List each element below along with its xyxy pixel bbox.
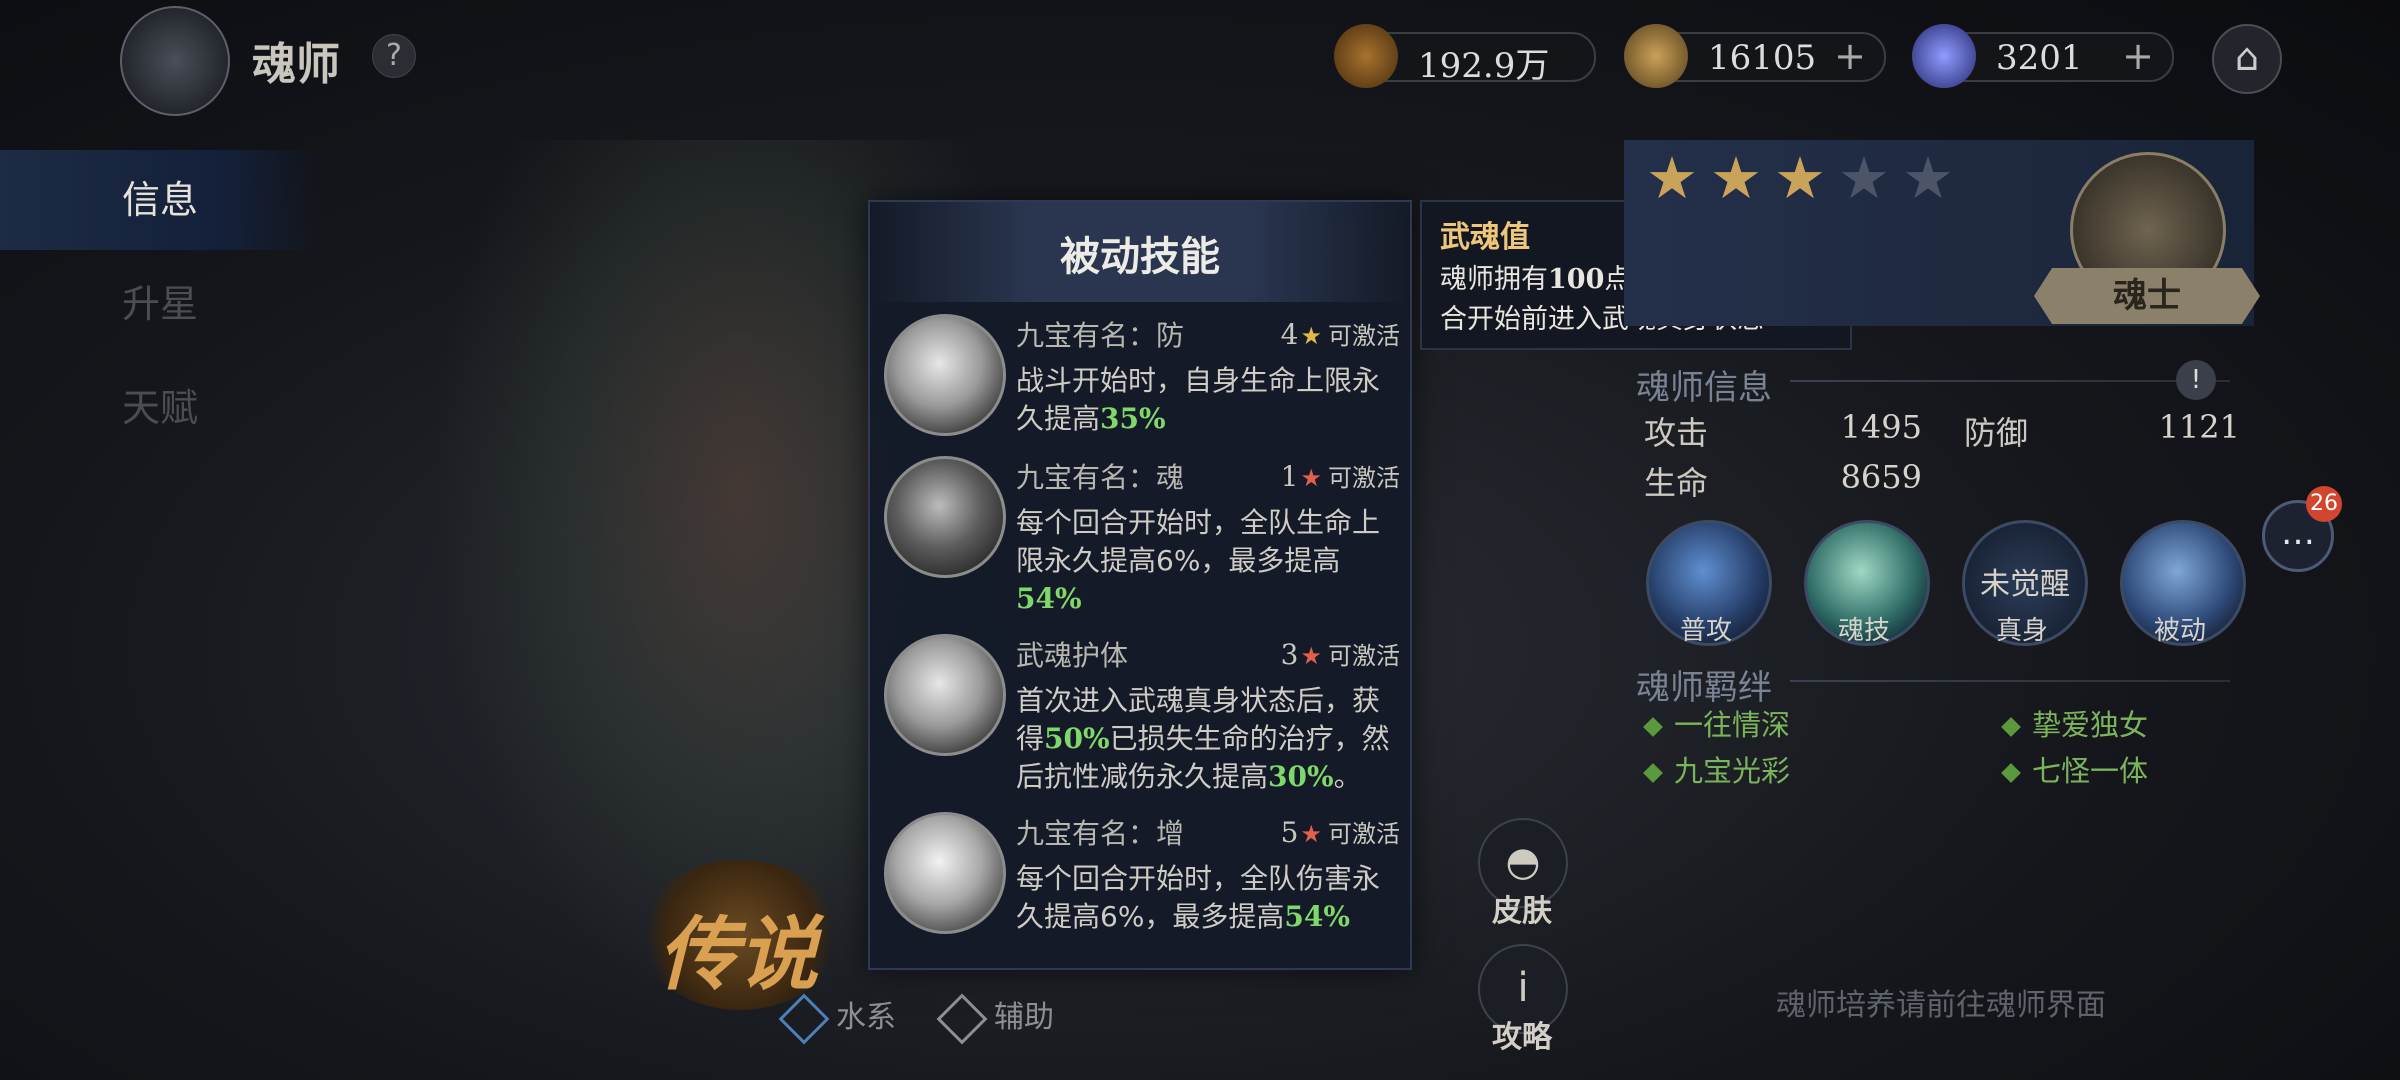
skill-description: 首次进入武魂真身状态后，获得50%已损失生命的治疗，然后抗性减伤永久提高30%。	[1016, 684, 1390, 793]
star-icon: ★	[1300, 820, 1322, 848]
water-element-icon	[778, 993, 830, 1044]
role-tag: 辅助	[936, 992, 1054, 1044]
stat-value-attack: 1495	[1840, 408, 1922, 446]
add-gem-button[interactable]: +	[2122, 34, 2154, 78]
element-tag: 水系	[778, 992, 896, 1044]
skill-item[interactable]: 武魂护体 3★ 可激活 首次进入武魂真身状态后，获得50%已损失生命的治疗，然后抗…	[884, 634, 1400, 804]
skin-button-label[interactable]: 皮肤	[1462, 886, 1582, 930]
resource-value: 3201	[1996, 38, 2083, 78]
stat-label-hp: 生命	[1644, 464, 1709, 502]
passive-skill-panel[interactable]: 被动技能 九宝有名：防 4★ 可激活 战斗开始时，自身生命上限永久提高35% 九宝…	[868, 200, 1412, 970]
resource-stamina[interactable]: 192.9万	[1334, 24, 1596, 88]
stat-label-attack: 攻击	[1644, 414, 1709, 452]
activation-status: 5★ 可激活	[1280, 816, 1400, 849]
page-title: 魂师	[252, 39, 340, 90]
rank-label: 魂士	[2034, 268, 2260, 324]
bond-item[interactable]: 九宝光彩	[1643, 748, 1790, 790]
shield-skill-icon	[884, 314, 1006, 436]
star-icon: ★	[1300, 642, 1322, 670]
bond-item[interactable]: 七怪一体	[2001, 748, 2148, 790]
notification-badge: 26	[2306, 486, 2342, 522]
resource-gold[interactable]: 16105 +	[1624, 24, 1886, 88]
resource-gem[interactable]: 3201 +	[1912, 24, 2174, 88]
rarity-badge: 传说	[640, 860, 840, 1010]
skill-description: 每个回合开始时，全队伤害永久提高6%，最多提高54%	[1016, 862, 1381, 933]
skill-name: 九宝有名：魂	[1016, 461, 1185, 494]
activation-status: 3★ 可激活	[1280, 638, 1400, 671]
divider	[1790, 680, 2230, 682]
activation-status: 1★ 可激活	[1280, 460, 1400, 493]
home-icon[interactable]: ⌂	[2212, 24, 2282, 94]
guide-button-label[interactable]: 攻略	[1462, 1012, 1582, 1056]
cultivation-hint: 魂师培养请前往魂师界面	[1776, 988, 2106, 1023]
divider	[1790, 380, 2230, 382]
section-title-info: 魂师信息	[1636, 368, 1772, 408]
bond-item[interactable]: 挚爱独女	[2001, 702, 2148, 744]
gold-coin-icon	[1624, 24, 1688, 88]
star-empty-icon: ★	[1902, 144, 1954, 212]
skill-label: 被动	[2153, 616, 2206, 646]
skill-name: 武魂护体	[1016, 639, 1129, 672]
diamond-icon	[1912, 24, 1976, 88]
bond-diamond-icon	[1643, 763, 1663, 783]
bond-diamond-icon	[2001, 717, 2021, 737]
skill-label: 魂技	[1837, 616, 1890, 646]
stat-value-defense: 1121	[2158, 408, 2240, 446]
soul-skill-icon	[884, 456, 1006, 578]
tab-info[interactable]: 信息	[0, 150, 320, 250]
compass-logo-icon	[120, 6, 230, 116]
panel-title: 被动技能	[1060, 234, 1220, 280]
star-icon: ★	[1300, 322, 1322, 350]
add-gold-button[interactable]: +	[1834, 34, 1866, 78]
bond-diamond-icon	[1643, 717, 1663, 737]
skill-label: 真身	[1995, 616, 2048, 646]
stat-label-defense: 防御	[1964, 414, 2029, 452]
bond-diamond-icon	[2001, 763, 2021, 783]
skill-item[interactable]: 九宝有名：魂 1★ 可激活 每个回合开始时，全队生命上限永久提高6%，最多提高54…	[884, 456, 1400, 626]
resource-value: 192.9万	[1418, 46, 1550, 86]
support-role-icon	[936, 993, 988, 1044]
tab-star-up[interactable]: 升星	[0, 254, 320, 354]
star-empty-icon: ★	[1838, 144, 1890, 212]
activation-status: 4★ 可激活	[1280, 318, 1400, 351]
skill-item[interactable]: 九宝有名：增 5★ 可激活 每个回合开始时，全队伤害永久提高6%，最多提高54%	[884, 812, 1400, 952]
skill-item[interactable]: 九宝有名：防 4★ 可激活 战斗开始时，自身生命上限永久提高35%	[884, 314, 1400, 454]
skill-description: 每个回合开始时，全队生命上限永久提高6%，最多提高54%	[1016, 506, 1381, 615]
info-alert-icon[interactable]: !	[2176, 360, 2216, 400]
star-filled-icon: ★	[1710, 144, 1762, 212]
resource-value: 16105	[1708, 38, 1817, 78]
tab-talent[interactable]: 天赋	[0, 358, 320, 458]
star-filled-icon: ★	[1774, 144, 1826, 212]
help-icon[interactable]: ?	[372, 34, 416, 78]
skill-name: 九宝有名：防	[1016, 319, 1185, 352]
stat-value-hp: 8659	[1840, 458, 1922, 496]
boost-skill-icon	[884, 812, 1006, 934]
locked-text: 未觉醒	[1980, 567, 2070, 602]
skill-label: 普攻	[1679, 616, 1732, 646]
spirit-guard-skill-icon	[884, 634, 1006, 756]
star-filled-icon: ★	[1646, 144, 1698, 212]
skill-description: 战斗开始时，自身生命上限永久提高35%	[1016, 364, 1381, 435]
skill-name: 九宝有名：增	[1016, 817, 1185, 850]
axe-coin-icon	[1334, 24, 1398, 88]
bond-item[interactable]: 一往情深	[1643, 702, 1790, 744]
tooltip-title: 武魂值	[1440, 220, 1530, 255]
star-icon: ★	[1300, 464, 1322, 492]
